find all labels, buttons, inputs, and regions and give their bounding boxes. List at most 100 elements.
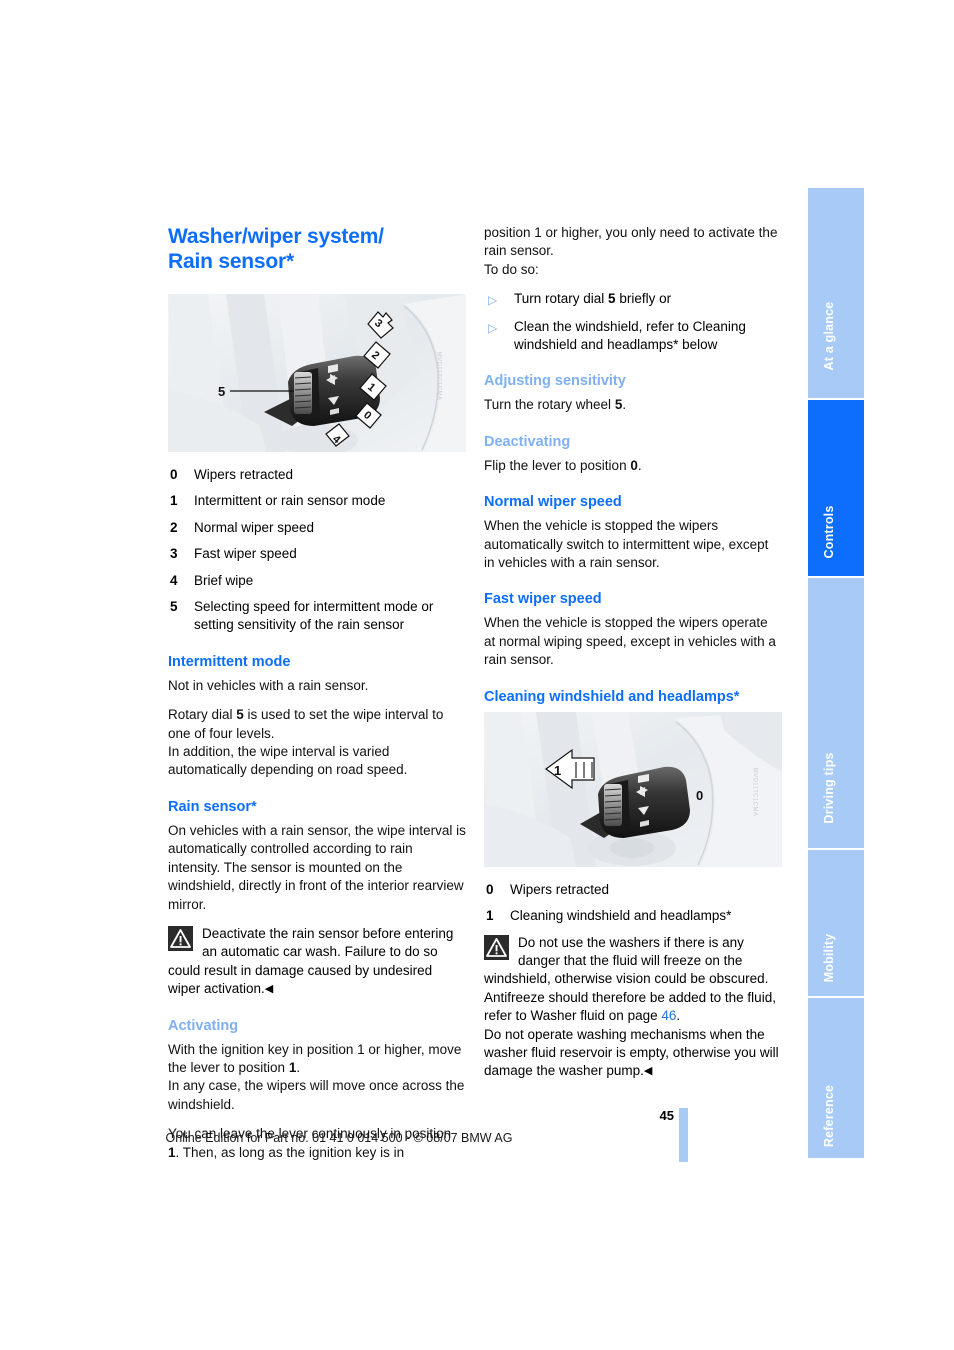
side-tab-label: At a glance — [822, 301, 836, 371]
legend-number: 2 — [170, 519, 178, 535]
adjusting-sensitivity-paragraph: Turn the rotary wheel 5. — [484, 396, 782, 414]
intermittent-paragraph-2: Rotary dial 5 is used to set the wipe in… — [168, 706, 466, 743]
heading-intermittent-mode: Intermittent mode — [168, 653, 291, 670]
text-run: Clean the windshield, refer to Cleaning … — [514, 318, 746, 353]
figure-watermark: MVD11TC1CMA — [435, 351, 442, 401]
heading-fast-wiper-speed: Fast wiper speed — [484, 591, 602, 608]
heading-normal-wiper-speed: Normal wiper speed — [484, 494, 622, 511]
text-run: . — [637, 457, 642, 473]
lever-illustration: 5 3 2 1 0 4 — [168, 294, 466, 452]
text-run: . Then, as long as the ignition key is i… — [175, 1144, 405, 1160]
text-run: . — [622, 397, 627, 413]
list-item: 1 Cleaning windshield and headlamps* — [484, 907, 782, 925]
text-bold-run: 0 — [630, 457, 638, 473]
legend-text: Brief wipe — [194, 572, 254, 588]
text-run: With the ignition key in position 1 or h… — [168, 1041, 462, 1075]
text-run: Rotary dial — [168, 707, 237, 723]
legend-number: 0 — [170, 467, 178, 482]
legend-text: Wipers retracted — [510, 881, 610, 897]
activating-paragraph-1: With the ignition key in position 1 or h… — [168, 1041, 466, 1078]
heading-activating: Activating — [168, 1017, 239, 1034]
warning-text-part-3: Do not operate washing mechanisms when t… — [484, 1026, 779, 1079]
legend-text: Fast wiper speed — [194, 546, 297, 562]
normal-wiper-speed-paragraph: When the vehicle is stopped the wipers a… — [484, 518, 769, 571]
left-column: Washer/wiper system/ Rain sensor* 5 3 2 … — [168, 224, 466, 1173]
list-item: 4 Brief wipe — [168, 572, 466, 590]
page-title-line-2: Rain sensor* — [168, 250, 294, 273]
footer-edition-note: Online Edition for Part no. 01 41 0 014 … — [165, 1131, 513, 1145]
heading-cleaning-windshield-and-headlamps: Cleaning windshield and headlamps* — [484, 688, 740, 705]
side-tab-label: Driving tips — [822, 752, 836, 824]
legend-text: Normal wiper speed — [194, 519, 315, 535]
text-run: . — [296, 1059, 301, 1075]
legend-text: Selecting speed for intermittent mode or… — [194, 599, 434, 633]
page-title: Washer/wiper system/ Rain sensor* — [168, 224, 466, 274]
legend-text: Intermittent or rain sensor mode — [194, 493, 386, 509]
list-item: 5 Selecting speed for intermittent mode … — [168, 598, 466, 635]
side-tab-mobility[interactable]: Mobility — [808, 850, 864, 998]
heading-deactivating: Deactivating — [484, 433, 571, 450]
text-run: Turn the rotary wheel — [484, 397, 615, 413]
figure-lever-positions: 5 3 2 1 0 4 MVD11TC1CMA — [168, 294, 466, 452]
warning-note-rain-sensor: Deactivate the rain sensor before enteri… — [168, 925, 466, 999]
figure-watermark: MVD11TC1CMA — [751, 767, 758, 817]
manual-page: At a glance Controls Driving tips Mobili… — [0, 0, 954, 1350]
warning-text-part-1: Do not use the washers if there is any d… — [484, 934, 776, 1024]
text-run: Flip the lever to position — [484, 457, 631, 473]
legend-number: 1 — [170, 493, 178, 509]
intermittent-paragraph-1: Not in vehicles with a rain sensor. — [168, 677, 369, 693]
page-title-line-1: Washer/wiper system/ — [168, 225, 384, 248]
svg-text:1: 1 — [554, 763, 561, 778]
list-item: 1 Intermittent or rain sensor mode — [168, 492, 466, 510]
list-item: 3 Fast wiper speed — [168, 545, 466, 563]
legend-number: 4 — [170, 572, 178, 588]
text-bold-run: 5 — [608, 291, 616, 307]
warning-note-washers: Do not use the washers if there is any d… — [484, 934, 782, 1081]
text-bold-run: 1 — [168, 1144, 176, 1160]
triangle-bullet-icon: ▷ — [488, 293, 498, 308]
warning-text: Deactivate the rain sensor before enteri… — [168, 925, 454, 997]
side-tab-controls[interactable]: Controls — [808, 400, 864, 578]
fast-wiper-speed-paragraph: When the vehicle is stopped the wipers o… — [484, 615, 776, 668]
continuation-paragraph-1: position 1 or higher, you only need to a… — [484, 225, 778, 259]
text-run: Turn rotary dial — [514, 291, 609, 307]
side-tab-at-a-glance[interactable]: At a glance — [808, 188, 864, 400]
legend-text: Cleaning windshield and headlamps* — [510, 908, 732, 924]
triangle-bullet-icon: ▷ — [488, 320, 498, 335]
list-item: 0 Wipers retracted — [168, 466, 466, 484]
note-end-marker: ◀ — [643, 1065, 653, 1078]
heading-rain-sensor: Rain sensor* — [168, 798, 257, 815]
list-item: 2 Normal wiper speed — [168, 519, 466, 537]
legend-number: 1 — [486, 908, 494, 924]
note-end-marker: ◀ — [264, 983, 274, 996]
side-tab-driving-tips[interactable]: Driving tips — [808, 578, 864, 850]
text-run: briefly or — [615, 291, 672, 307]
activating-paragraph-2: In any case, the wipers will move once a… — [168, 1078, 465, 1112]
svg-text:0: 0 — [696, 788, 703, 803]
warning-triangle-icon — [484, 934, 509, 960]
list-item: 0 Wipers retracted — [484, 881, 782, 899]
legend-number: 3 — [170, 546, 178, 562]
list-item: ▷ Turn rotary dial 5 briefly or — [484, 290, 782, 308]
side-tab-label: Controls — [822, 505, 836, 559]
deactivating-paragraph: Flip the lever to position 0. — [484, 457, 782, 475]
side-tab-label: Mobility — [822, 933, 836, 983]
cleaning-legend: 0 Wipers retracted 1 Cleaning windshield… — [484, 881, 782, 926]
figure-cleaning-windshield: 1 0 MVD11TC1CMA — [484, 711, 782, 867]
legend-text: Wipers retracted — [194, 467, 294, 482]
svg-text:5: 5 — [218, 384, 225, 399]
activation-steps-list: ▷ Turn rotary dial 5 briefly or ▷ Clean … — [484, 290, 782, 354]
legend-number: 5 — [170, 599, 178, 615]
rain-sensor-paragraph-1: On vehicles with a rain sensor, the wipe… — [168, 822, 466, 912]
cleaning-lever-illustration: 1 0 — [484, 711, 782, 867]
right-column: position 1 or higher, you only need to a… — [484, 224, 782, 1092]
intermittent-paragraph-3: In addition, the wipe interval is varied… — [168, 744, 408, 778]
list-item: ▷ Clean the windshield, refer to Cleanin… — [484, 318, 782, 355]
continuation-paragraph-2: To do so: — [484, 261, 539, 277]
warning-triangle-icon — [168, 925, 193, 951]
page-reference-link[interactable]: 46 — [661, 1008, 676, 1023]
legend-number: 0 — [486, 881, 494, 897]
lever-position-legend: 0 Wipers retracted 1 Intermittent or rai… — [168, 466, 466, 635]
page-number: 45 — [659, 1108, 674, 1123]
warning-text-part-2: . — [676, 1008, 681, 1024]
